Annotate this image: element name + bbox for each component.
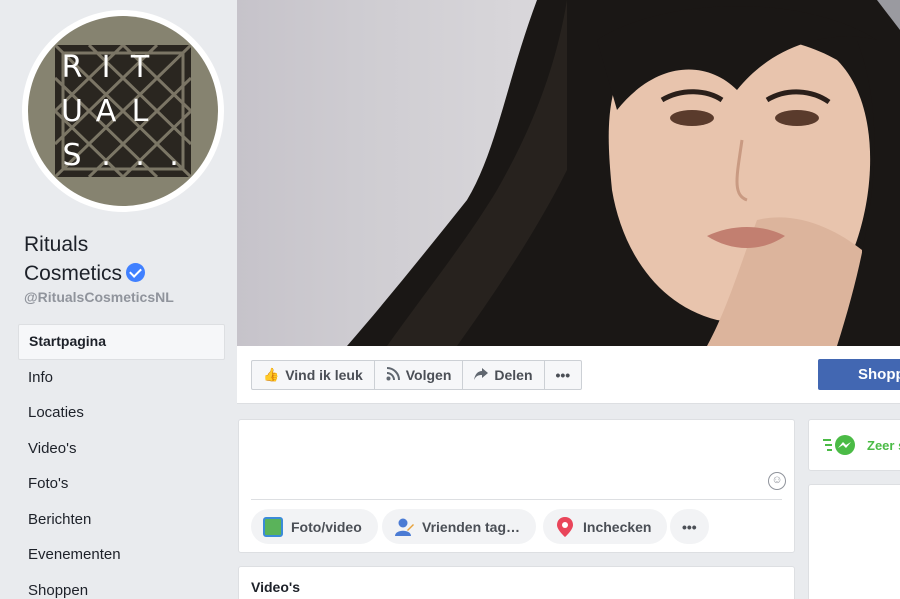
page-nav: Startpagina Info Locaties Video's Foto's… [18,324,225,599]
avatar: R I T U A L S . . . [28,16,218,206]
location-pin-icon [555,516,575,537]
nav-item-berichten[interactable]: Berichten [18,502,225,538]
nav-item-fotos[interactable]: Foto's [18,466,225,502]
composer-input[interactable] [251,428,781,498]
share-arrow-icon [474,367,489,383]
check-in-button[interactable]: Inchecken [543,509,668,544]
page-handle[interactable]: @RitualsCosmeticsNL [24,289,174,305]
photo-icon [263,516,283,537]
rituals-logo: R I T U A L S . . . [55,45,191,177]
tag-friends-icon [394,517,414,537]
videos-section-title[interactable]: Video's [251,579,300,595]
videos-section: Video's [238,566,795,599]
post-composer: ☺ Foto/video Vrienden tag… Inchecken ••• [238,419,795,553]
photo-video-button[interactable]: Foto/video [251,509,378,544]
action-button-group: 👍 Vind ik leuk Volgen Delen ••• [251,360,583,390]
cover-photo[interactable] [237,0,900,346]
follow-button[interactable]: Volgen [375,361,464,389]
rss-icon [386,366,400,384]
page-title-line1: Rituals [24,233,89,256]
nav-item-videos[interactable]: Video's [18,431,225,467]
profile-picture[interactable]: R I T U A L S . . . [22,10,224,212]
cover-portrait-image [347,0,900,346]
share-button[interactable]: Delen [463,361,545,389]
page-title-line2: Cosmetics [24,262,123,285]
messenger-icon [823,435,855,455]
messenger-response-text: Zeer s [867,438,900,453]
nav-item-evenementen[interactable]: Evenementen [18,537,225,573]
messenger-response-card[interactable]: Zeer s [808,419,900,471]
nav-item-shoppen[interactable]: Shoppen [18,573,225,599]
page-action-bar: 👍 Vind ik leuk Volgen Delen ••• Shopp [237,346,900,404]
nav-item-locaties[interactable]: Locaties [18,395,225,431]
verified-badge-icon [126,263,146,282]
tag-friends-button[interactable]: Vrienden tag… [382,509,537,544]
emoji-icon[interactable]: ☺ [768,472,786,490]
page-title[interactable]: Rituals Cosmetics [24,230,146,288]
divider [251,499,782,500]
more-actions-button[interactable]: ••• [545,361,582,389]
nav-item-info[interactable]: Info [18,360,225,396]
composer-more-button[interactable]: ••• [670,509,709,544]
shop-button[interactable]: Shopp [818,359,900,390]
left-column: R I T U A L S . . . Rituals Cosmetics @R… [0,0,237,599]
right-info-card [808,484,900,599]
nav-item-startpagina[interactable]: Startpagina [18,324,225,360]
like-button[interactable]: 👍 Vind ik leuk [252,361,375,389]
thumbs-up-icon: 👍 [263,367,280,382]
logo-letters: R I T U A L S . . . [61,49,179,173]
